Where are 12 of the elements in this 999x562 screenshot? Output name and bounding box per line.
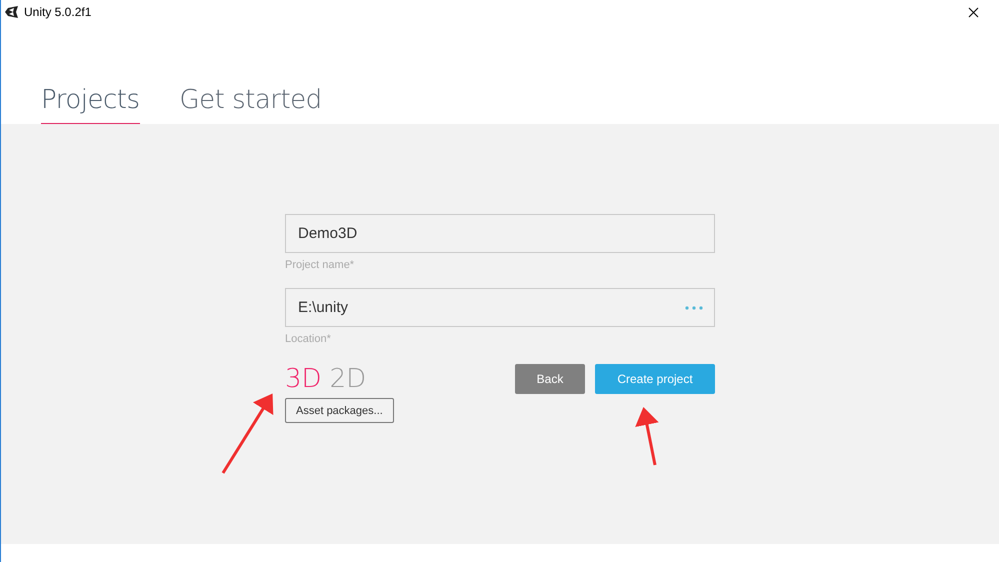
text-field[interactable]: Demo3D — [285, 214, 715, 253]
field-label: Location* — [285, 333, 332, 345]
annotation-arrow — [635, 407, 659, 466]
mode-toggle[interactable]: 3D — [285, 364, 322, 394]
unity-logo-icon — [5, 5, 19, 19]
asset-packages-button[interactable]: Asset packages... — [285, 398, 394, 423]
text-field[interactable]: E:\unity — [285, 288, 715, 327]
back-button[interactable]: Back — [515, 364, 585, 394]
tab[interactable]: Get started — [180, 85, 322, 124]
close-icon[interactable] — [968, 6, 979, 18]
field-label: Project name* — [285, 259, 356, 271]
window-title: Unity 5.0.2f1 — [24, 5, 92, 19]
